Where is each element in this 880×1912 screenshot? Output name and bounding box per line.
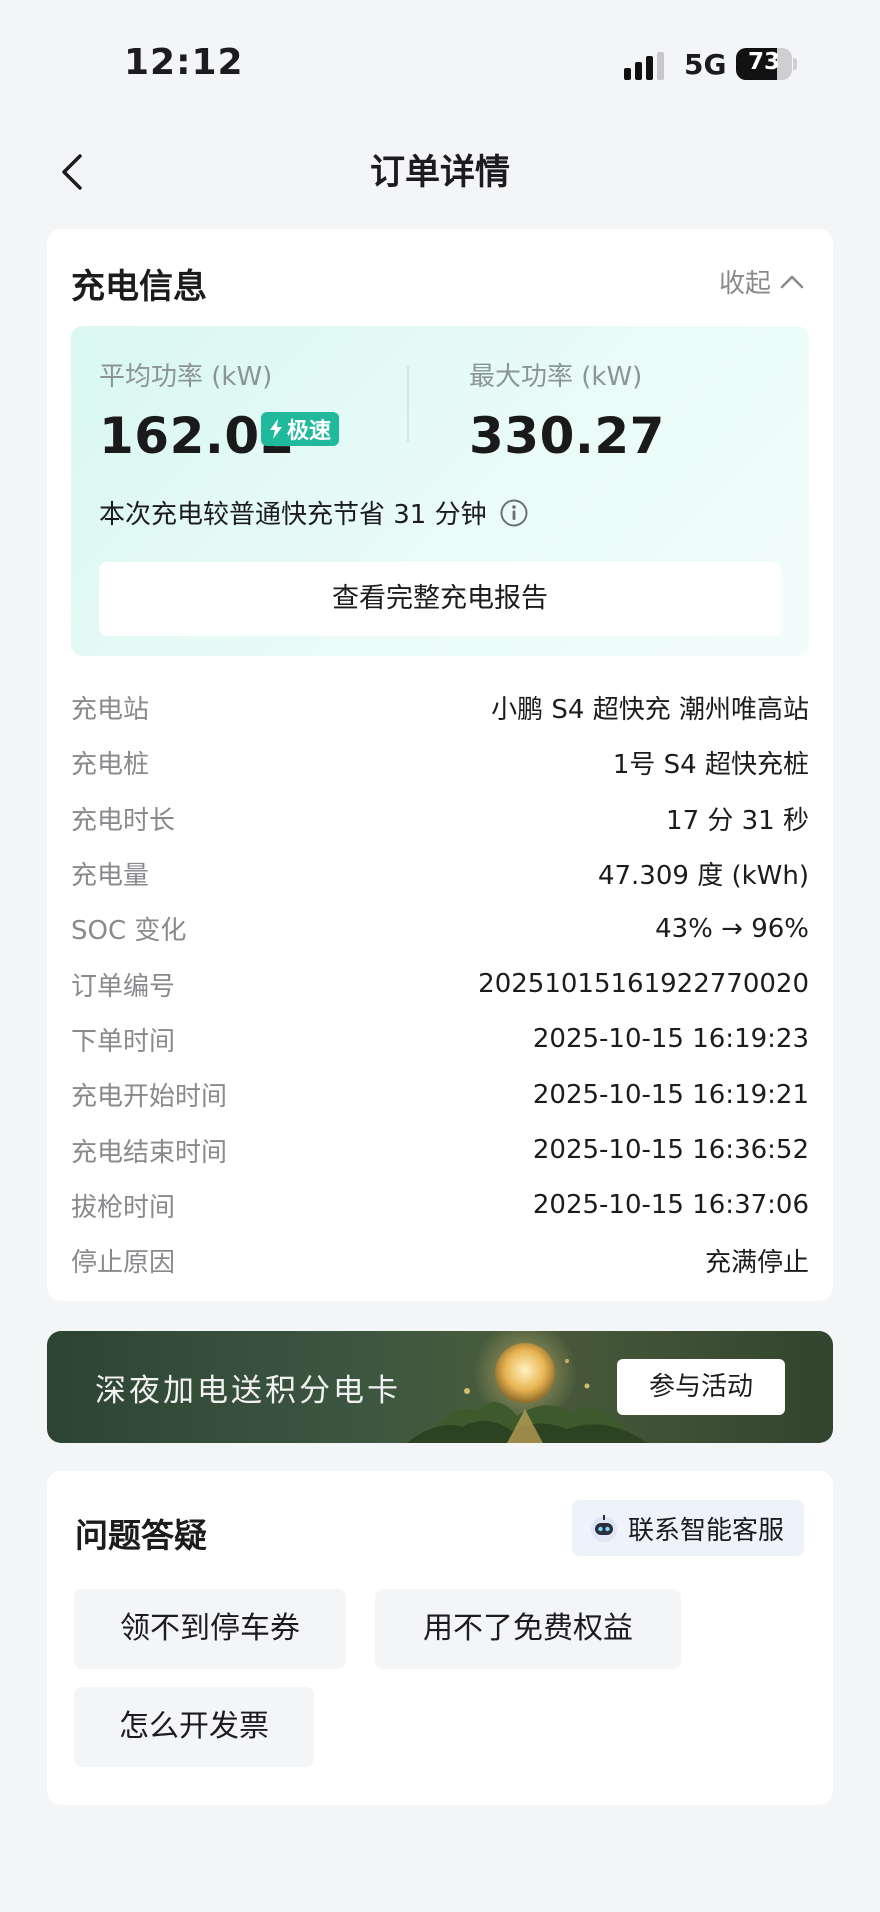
detail-row: 充电开始时间 2025-10-15 16:19:21 [71,1067,809,1122]
detail-value: 47.309 度 (kWh) [597,861,809,892]
faq-chip-free-benefits[interactable]: 用不了免费权益 [375,1589,681,1669]
lightning-icon [270,419,282,439]
page-title: 订单详情 [369,153,510,193]
detail-value: 17 分 31 秒 [666,805,809,836]
signal-icon [624,52,664,80]
speed-badge-label: 极速 [287,419,332,444]
detail-label: 订单编号 [71,971,176,1002]
faq-title: 问题答疑 [75,1516,207,1555]
detail-row: 下单时间 2025-10-15 16:19:23 [71,1012,809,1067]
detail-label: 停止原因 [71,1248,176,1279]
view-report-button[interactable]: 查看完整充电报告 [99,562,781,636]
banner-text: 深夜加电送积分电卡 [95,1373,401,1409]
detail-value: 小鹏 S4 超快充 潮州唯高站 [491,695,809,726]
time-saving-text: 本次充电较普通快充节省 31 分钟 [99,500,487,530]
detail-value: 2025-10-15 16:37:06 [532,1190,809,1221]
charge-info-title: 充电信息 [71,267,207,307]
detail-label: 充电量 [71,861,150,892]
detail-row: 充电量 47.309 度 (kWh) [71,846,809,901]
max-power-label: 最大功率 (kW) [469,362,643,392]
collapse-button[interactable]: 收起 [719,263,805,300]
detail-row: 充电站 小鹏 S4 超快充 潮州唯高站 [71,680,809,735]
avg-power-label: 平均功率 (kW) [99,362,273,392]
detail-value: 2025-10-15 16:36:52 [532,1135,809,1166]
detail-label: 拔枪时间 [71,1192,176,1223]
charge-info-card: 充电信息 收起 平均功率 (kW) 162.02 极速 最大功率 (kW) 33… [47,229,833,1301]
robot-icon [591,1515,617,1542]
promo-banner[interactable]: 深夜加电送积分电卡 参与活动 [47,1331,833,1443]
detail-label: 充电时长 [71,805,176,836]
status-time: 12:12 [124,42,244,83]
time-saving-note: 本次充电较普通快充节省 31 分钟 [99,494,529,531]
detail-value: 43% → 96% [655,913,809,944]
power-summary: 平均功率 (kW) 162.02 极速 最大功率 (kW) 330.27 本次充… [71,326,809,656]
detail-label: 下单时间 [71,1026,176,1057]
avg-power: 平均功率 (kW) 162.02 [99,356,295,465]
detail-row: SOC 变化 43% → 96% [71,901,809,956]
network-label: 5G [684,48,727,81]
max-power: 最大功率 (kW) 330.27 [469,356,665,465]
detail-row: 拔枪时间 2025-10-15 16:37:06 [71,1178,809,1233]
detail-row: 充电时长 17 分 31 秒 [71,791,809,846]
moon-forest-illustration [407,1331,647,1443]
nav-bar: 订单详情 [0,130,880,210]
detail-list: 充电站 小鹏 S4 超快充 潮州唯高站充电桩 1号 S4 超快充桩充电时长 17 分 … [71,680,809,1288]
faq-card: 问题答疑 联系智能客服 领不到停车券 用不了免费权益 怎么开发票 [47,1471,833,1805]
detail-row: 停止原因 充满停止 [71,1233,809,1288]
chevron-up-icon [780,275,804,288]
detail-label: SOC 变化 [71,916,187,947]
battery-icon: 73 [736,48,797,80]
contact-ai-service-button[interactable]: 联系智能客服 [572,1500,804,1556]
speed-badge: 极速 [261,412,340,446]
detail-row: 订单编号 20251015161922770020 [71,956,809,1011]
detail-value: 20251015161922770020 [478,969,809,1000]
detail-value: 1号 S4 超快充桩 [612,750,809,781]
detail-row: 充电桩 1号 S4 超快充桩 [71,735,809,790]
faq-chip-invoice[interactable]: 怎么开发票 [74,1687,314,1767]
detail-value: 充满停止 [704,1248,809,1279]
join-activity-button[interactable]: 参与活动 [617,1359,785,1415]
battery-percent: 73 [747,49,780,75]
info-icon[interactable] [499,498,529,528]
detail-label: 充电结束时间 [71,1137,228,1168]
detail-label: 充电桩 [71,750,150,781]
contact-ai-service-label: 联系智能客服 [628,1515,785,1546]
detail-value: 2025-10-15 16:19:21 [532,1079,809,1110]
detail-label: 充电开始时间 [71,1082,228,1113]
detail-label: 充电站 [71,695,150,726]
faq-chip-parking-coupon[interactable]: 领不到停车券 [74,1589,346,1669]
divider [407,366,409,442]
collapse-label: 收起 [718,269,771,299]
max-power-value: 330.27 [469,407,665,465]
detail-value: 2025-10-15 16:19:23 [532,1024,809,1055]
detail-row: 充电结束时间 2025-10-15 16:36:52 [71,1122,809,1177]
status-bar: 12:12 5G 73 [0,0,880,120]
